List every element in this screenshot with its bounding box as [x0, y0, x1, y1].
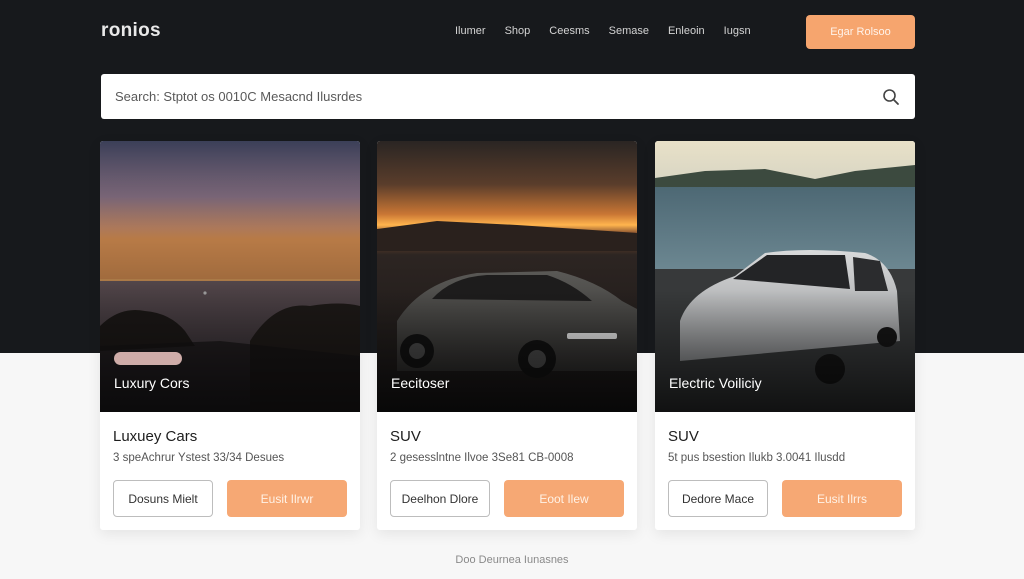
card-image-suv-coast: [655, 141, 915, 412]
card-overlay-title: Electric Voiliciy: [669, 375, 762, 391]
card-title: SUV: [390, 428, 421, 445]
card-image-sedan-sunset: [377, 141, 637, 412]
nav-item-4[interactable]: Semase: [609, 25, 649, 37]
card-secondary-button[interactable]: Dedore Mace: [668, 480, 768, 517]
card-title: Luxuey Cars: [113, 428, 198, 445]
card-primary-button[interactable]: Eusit Ilrrs: [782, 480, 902, 517]
search-icon[interactable]: [881, 87, 901, 107]
card-secondary-button[interactable]: Deelhon Dlore: [390, 480, 490, 517]
nav-item-6[interactable]: Iugsn: [724, 25, 751, 37]
category-card-electric: Electric Voiliciy SUV 5t pus bsestion Il…: [655, 141, 915, 530]
nav-item-2[interactable]: Shop: [505, 25, 531, 37]
nav-item-3[interactable]: Ceesms: [549, 25, 589, 37]
card-description: 5t pus bsestion Ilukb 3.0041 Ilusdd: [668, 452, 846, 464]
category-card-luxury: Luxury Cors Luxuey Cars 3 speAchrur Yste…: [100, 141, 360, 530]
card-title: SUV: [668, 428, 699, 445]
footer-text: Doo Deurnea Iunasnes: [455, 554, 569, 566]
nav-item-5[interactable]: Enleoin: [668, 25, 705, 37]
card-secondary-button[interactable]: Dosuns Mielt: [113, 480, 213, 517]
search-bar: [101, 74, 915, 119]
header-cta-button[interactable]: Egar Rolsoo: [806, 15, 915, 49]
card-overlay-title: Eecitoser: [391, 375, 450, 391]
image-badge: [114, 352, 182, 365]
card-description: 2 gesesslntne Ilvoe 3Se81 CB-0008: [390, 452, 574, 464]
card-primary-button[interactable]: Eoot Ilew: [504, 480, 624, 517]
category-card-suv: Eecitoser SUV 2 gesesslntne Ilvoe 3Se81 …: [377, 141, 637, 530]
card-overlay-title: Luxury Cors: [114, 375, 190, 391]
brand-logo[interactable]: ronios: [101, 20, 161, 42]
search-input[interactable]: [115, 89, 881, 104]
nav-item-1[interactable]: Ilumer: [455, 25, 486, 37]
card-description: 3 speAchrur Ystest 33/34 Desues: [113, 452, 285, 464]
card-primary-button[interactable]: Eusit Ilrwr: [227, 480, 347, 517]
card-image-sunset-coast: [100, 141, 360, 412]
top-nav: Ilumer Shop Ceesms Semase Enleoin Iugsn: [455, 25, 770, 37]
